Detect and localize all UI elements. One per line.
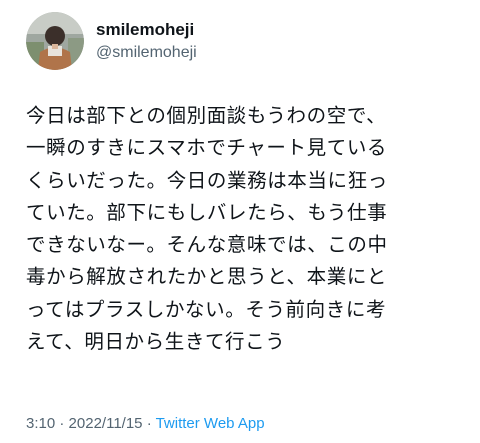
meta-separator: · xyxy=(59,415,65,432)
tweet-card: smilemoheji @smilemoheji 今日は部下との個別面談もうわの… xyxy=(0,0,480,443)
meta-separator: · xyxy=(146,415,152,432)
tweet-text-line: ていた。部下にもしバレたら、もう仕事 xyxy=(26,200,388,224)
tweet-text-line: 一瞬のすきにスマホでチャート見ている xyxy=(26,136,388,160)
tweet-source-link[interactable]: Twitter Web App xyxy=(156,415,265,432)
tweet-text-line: くらいだった。今日の業務は本当に狂っ xyxy=(26,168,388,192)
author-names: smilemoheji @smilemoheji xyxy=(96,19,197,64)
tweet-text: 今日は部下との個別面談もうわの空で、 一瞬のすきにスマホでチャート見ている くら… xyxy=(26,100,466,358)
display-name[interactable]: smilemoheji xyxy=(96,19,197,41)
tweet-header: smilemoheji @smilemoheji xyxy=(26,12,197,70)
avatar[interactable] xyxy=(26,12,84,70)
tweet-meta: 3:10 · 2022/11/15 · Twitter Web App xyxy=(26,414,265,434)
avatar-photo-icon xyxy=(26,12,84,70)
tweet-time[interactable]: 3:10 xyxy=(26,415,55,432)
user-handle[interactable]: @smilemoheji xyxy=(96,42,197,64)
tweet-date[interactable]: 2022/11/15 xyxy=(69,415,143,432)
tweet-text-line: 毒から解放されたかと思うと、本業にと xyxy=(26,265,388,289)
tweet-text-line: できないなー。そんな意味では、この中 xyxy=(26,233,388,257)
tweet-text-line: えて、明日から生きて行こう xyxy=(26,330,286,354)
tweet-text-line: 今日は部下との個別面談もうわの空で、 xyxy=(26,104,387,127)
tweet-text-line: ってはプラスしかない。そう前向きに考 xyxy=(26,297,387,321)
